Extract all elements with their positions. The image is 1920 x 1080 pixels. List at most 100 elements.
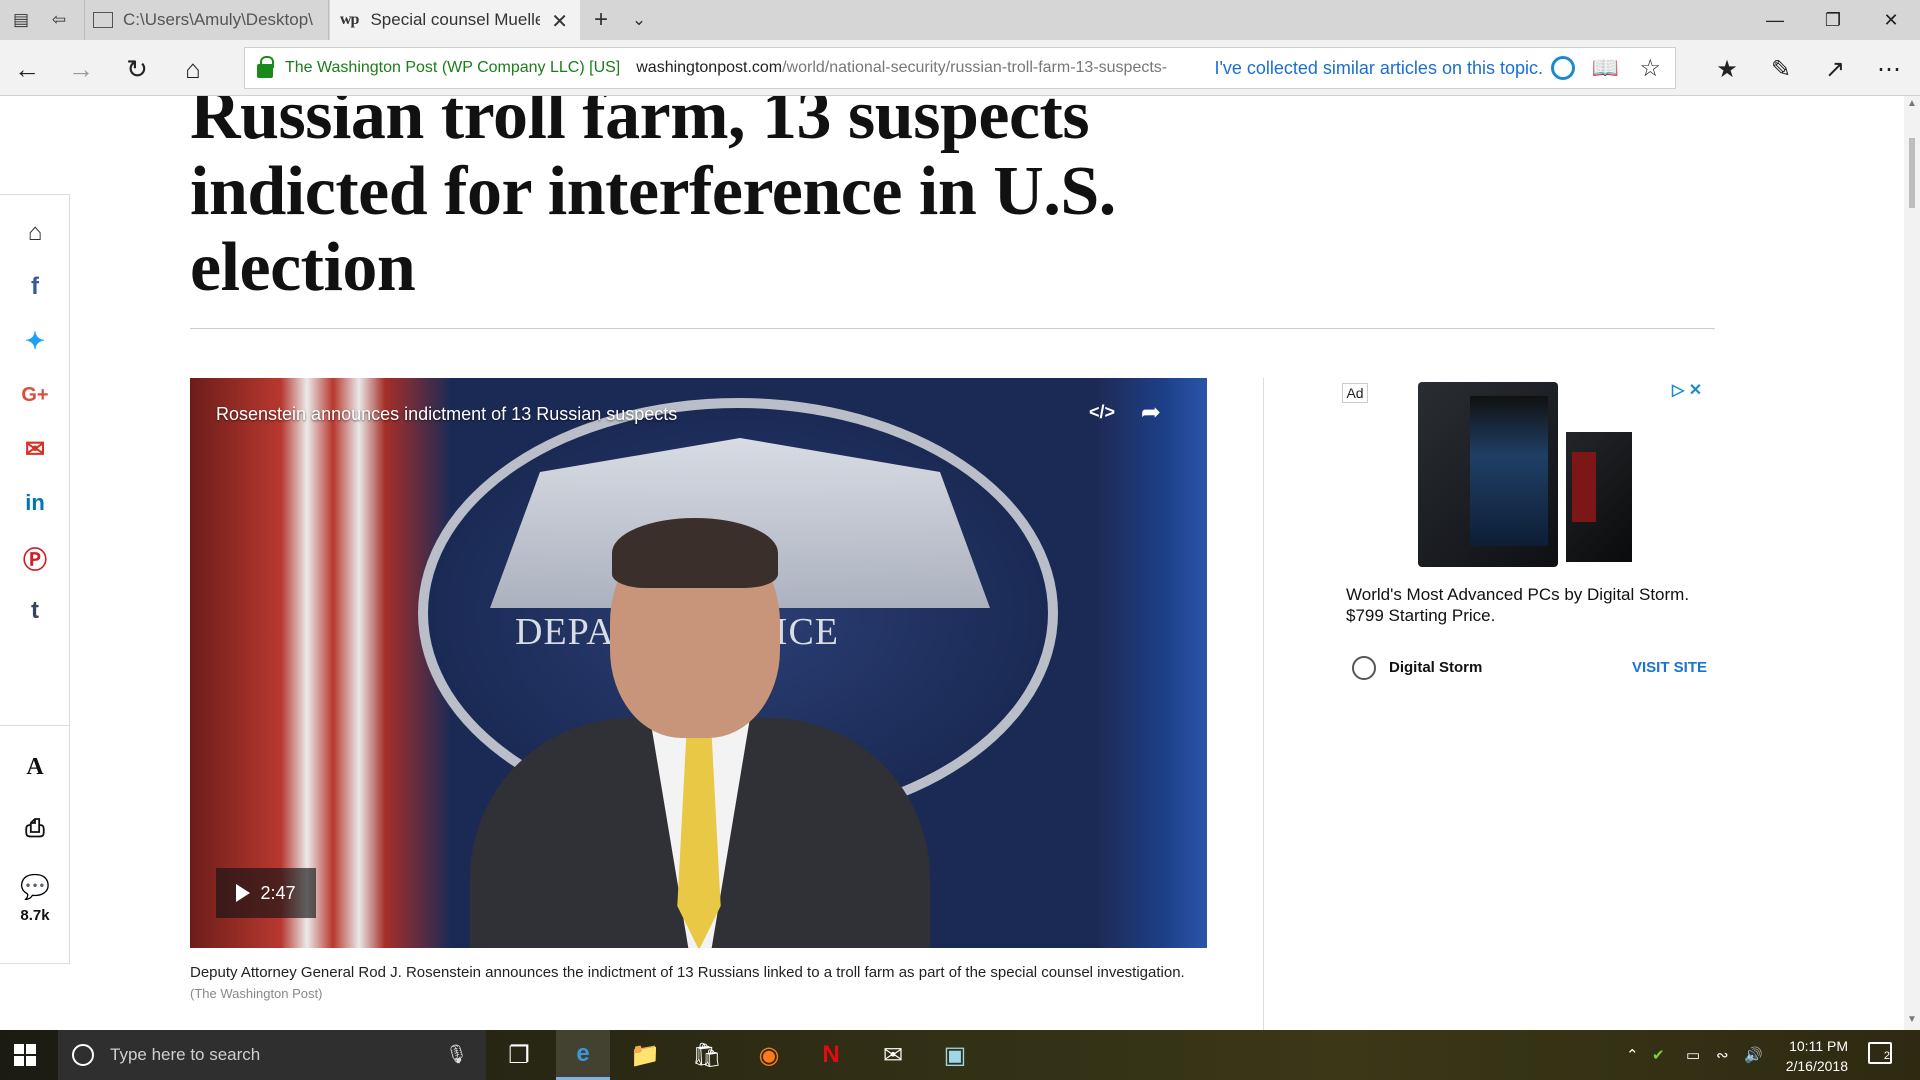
forward-arrow-icon[interactable]: → — [64, 52, 98, 86]
video-share-icon[interactable]: ➦ — [1141, 398, 1161, 427]
globe-icon — [1352, 656, 1376, 680]
caption-text: Deputy Attorney General Rod J. Rosenstei… — [190, 964, 1185, 981]
wifi-icon[interactable]: ∾ — [1716, 1046, 1729, 1064]
pc-red-lighting — [1572, 452, 1596, 522]
edge-browser-icon[interactable]: e — [556, 1030, 610, 1080]
play-button[interactable]: 2:47 — [216, 868, 316, 918]
firefox-icon[interactable]: ◉ — [742, 1030, 796, 1080]
favorites-hub-icon[interactable]: ★ — [1710, 52, 1744, 86]
comment-count[interactable]: 8.7k — [0, 907, 70, 924]
reading-view-icon[interactable]: 📖 — [1592, 55, 1619, 81]
scroll-thumb[interactable] — [1909, 138, 1915, 208]
search-placeholder: Type here to search — [110, 1045, 261, 1064]
page-scrollbar[interactable]: ▲ ▼ — [1904, 96, 1920, 1030]
back-arrow-icon[interactable]: ← — [10, 52, 44, 86]
navigation-bar: ← → ↻ ⌂ The Washington Post (WP Company … — [0, 40, 1920, 96]
visit-site-button[interactable]: VISIT SITE — [1632, 659, 1707, 676]
speaker-hair — [612, 518, 778, 588]
play-icon — [236, 884, 251, 902]
comments-icon[interactable]: 💬 — [0, 867, 70, 907]
wp-favicon-icon: wp — [340, 11, 359, 28]
store-icon[interactable]: 🛍 — [680, 1030, 734, 1080]
ad-text[interactable]: World's Most Advanced PCs by Digital Sto… — [1346, 584, 1716, 626]
set-aside-tabs-icon[interactable]: ⇦ — [46, 8, 72, 32]
close-window-icon[interactable]: ✕ — [1862, 0, 1920, 40]
refresh-icon[interactable]: ↻ — [120, 52, 154, 86]
app-icon[interactable]: ▣ — [928, 1030, 982, 1080]
mail-icon[interactable]: ✉ — [866, 1030, 920, 1080]
taskbar: Type here to search 🎙 ❐ e 📁 🛍 ◉ N ✉ ▣ ⌃ … — [0, 1030, 1920, 1080]
pc-tower-window — [1470, 396, 1548, 546]
battery-icon[interactable]: ▭ — [1686, 1046, 1700, 1064]
ad-label: Ad — [1342, 383, 1368, 403]
security-icon[interactable]: ✔ — [1652, 1046, 1665, 1064]
tab-label: C:\Users\Amuly\Desktop\lal — [123, 10, 313, 29]
minimize-icon[interactable]: — — [1746, 0, 1804, 40]
file-explorer-icon[interactable]: 📁 — [618, 1030, 672, 1080]
tab-local-file[interactable]: C:\Users\Amuly\Desktop\lal — [84, 0, 329, 40]
show-hidden-icons-icon[interactable]: ⌃ — [1626, 1046, 1639, 1064]
pen-icon[interactable]: ✎ — [1764, 52, 1798, 86]
url-path: /world/national-security/russian-troll-f… — [782, 59, 1168, 76]
doj-flag-backdrop — [1097, 378, 1207, 948]
tab-washington-post[interactable]: wp Special counsel Mueller ✕ — [330, 0, 580, 40]
volume-icon[interactable]: 🔊 — [1744, 1046, 1763, 1064]
system-clock[interactable]: 10:11 PM 2/16/2018 — [1768, 1036, 1848, 1076]
tumblr-icon[interactable]: t — [0, 591, 70, 631]
ad-brand[interactable]: Digital Storm — [1389, 659, 1482, 676]
column-divider — [1263, 378, 1264, 1030]
headline-divider — [190, 328, 1715, 329]
new-tab-icon[interactable]: + — [588, 6, 614, 33]
embed-code-icon[interactable]: </> — [1089, 402, 1115, 423]
cortana-search-icon — [72, 1044, 94, 1066]
tab-preview-icon[interactable]: ⌄ — [626, 8, 652, 32]
home-icon[interactable]: ⌂ — [176, 52, 210, 86]
windows-start-icon[interactable] — [14, 1044, 36, 1066]
facebook-icon[interactable]: f — [0, 267, 70, 307]
google-plus-icon[interactable]: G+ — [0, 375, 70, 415]
scroll-up-icon[interactable]: ▲ — [1907, 98, 1917, 109]
print-icon[interactable]: ⎙ — [0, 809, 70, 849]
url-host: washingtonpost.com — [636, 59, 783, 76]
linkedin-icon[interactable]: in — [0, 483, 70, 523]
video-player[interactable]: DEPA OF JUSTICE Rosenstein announces ind… — [190, 378, 1207, 948]
restore-icon[interactable]: ❐ — [1804, 0, 1862, 40]
tab-label: Special counsel Mueller — [370, 10, 541, 29]
email-icon[interactable]: ✉ — [0, 429, 70, 469]
pinterest-icon[interactable]: Ⓟ — [0, 537, 70, 577]
web-page: Russian troll farm, 13 suspects indicted… — [0, 96, 1904, 1030]
adchoices-close-icon[interactable]: ▷ ✕ — [1672, 380, 1702, 400]
task-view-icon[interactable]: ❐ — [492, 1030, 546, 1080]
clock-date: 2/16/2018 — [1785, 1058, 1848, 1074]
clock-time: 10:11 PM — [1789, 1038, 1848, 1054]
address-bar[interactable]: The Washington Post (WP Company LLC) [US… — [244, 47, 1676, 89]
url-text[interactable]: washingtonpost.com/world/national-securi… — [636, 59, 1167, 77]
cortana-icon[interactable] — [1551, 56, 1575, 80]
collected-articles-link[interactable]: I've collected similar articles on this … — [1214, 58, 1543, 79]
video-title: Rosenstein announces indictment of 13 Ru… — [216, 404, 678, 424]
twitter-icon[interactable]: ✦ — [0, 321, 70, 361]
video-caption: Deputy Attorney General Rod J. Rosenstei… — [190, 962, 1210, 1004]
share-icon[interactable]: ↗ — [1818, 52, 1852, 86]
close-tab-icon[interactable]: ✕ — [551, 9, 568, 34]
notification-count: 2 — [1883, 1050, 1890, 1062]
microphone-icon[interactable]: 🎙 — [445, 1044, 468, 1065]
certificate-owner[interactable]: The Washington Post (WP Company LLC) [US… — [285, 59, 620, 77]
home-icon[interactable]: ⌂ — [0, 213, 70, 253]
video-duration: 2:47 — [260, 882, 296, 903]
scroll-down-icon[interactable]: ▼ — [1907, 1014, 1917, 1025]
article-headline: Russian troll farm, 13 suspects indicted… — [190, 96, 1116, 306]
title-bar: ▤ ⇦ C:\Users\Amuly\Desktop\lal wp Specia… — [0, 0, 1920, 40]
flag-backdrop — [190, 378, 450, 948]
add-favorite-star-icon[interactable]: ☆ — [1639, 54, 1661, 83]
lock-icon — [257, 56, 274, 78]
caption-credit: (The Washington Post) — [190, 986, 323, 1001]
taskbar-search[interactable]: Type here to search 🎙 — [58, 1030, 486, 1080]
action-center-icon[interactable]: 2 — [1868, 1042, 1892, 1064]
share-rail-divider — [0, 725, 70, 726]
netflix-icon[interactable]: N — [804, 1030, 858, 1080]
file-tab-icon — [93, 12, 113, 28]
more-icon[interactable]: ⋯ — [1872, 52, 1906, 86]
tab-manager-icon[interactable]: ▤ — [8, 8, 34, 32]
text-size-icon[interactable]: A — [0, 747, 70, 787]
